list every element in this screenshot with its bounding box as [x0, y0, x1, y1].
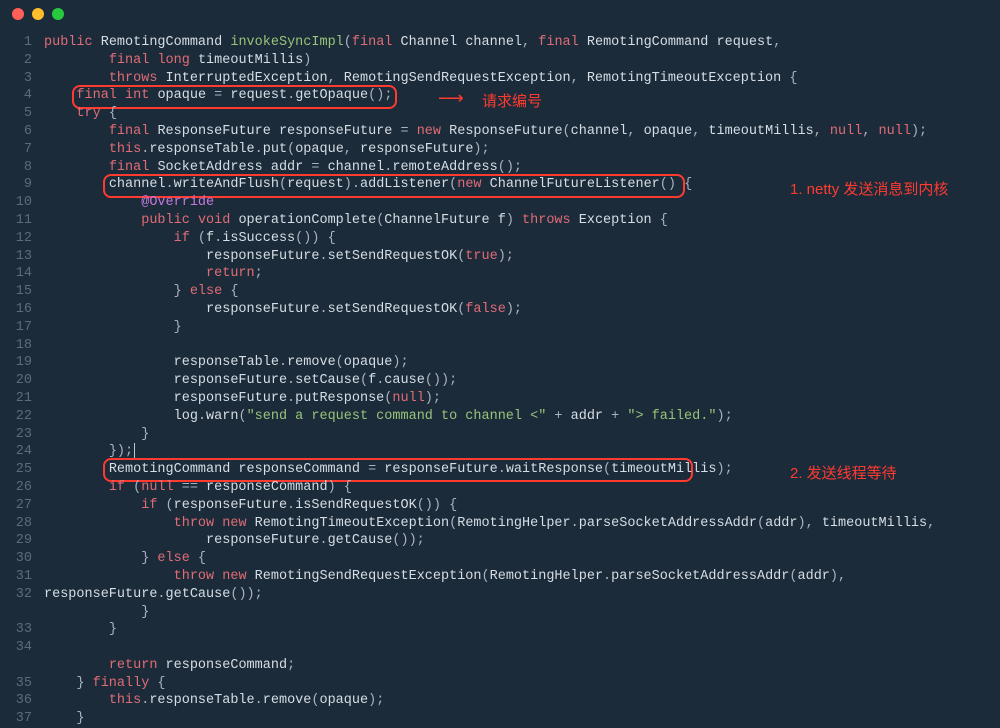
line-number [0, 604, 44, 622]
code-line[interactable]: 20 responseFuture.setCause(f.cause()); [0, 372, 1000, 390]
line-number: 17 [0, 319, 44, 337]
line-number: 32 [0, 586, 44, 604]
line-number: 16 [0, 301, 44, 319]
code-line[interactable]: 14 return; [0, 265, 1000, 283]
code-line[interactable]: 6 final ResponseFuture responseFuture = … [0, 123, 1000, 141]
line-number: 31 [0, 568, 44, 586]
line-number: 35 [0, 675, 44, 693]
code-line[interactable]: 27 if (responseFuture.isSendRequestOK())… [0, 497, 1000, 515]
line-number: 8 [0, 159, 44, 177]
code-line[interactable]: 28 throw new RemotingTimeoutException(Re… [0, 515, 1000, 533]
code-line[interactable]: 25 RemotingCommand responseCommand = res… [0, 461, 1000, 479]
line-number: 2 [0, 52, 44, 70]
code-line[interactable]: 24 }); [0, 443, 1000, 461]
line-number: 12 [0, 230, 44, 248]
line-number: 14 [0, 265, 44, 283]
line-number: 6 [0, 123, 44, 141]
code-line[interactable]: 19 responseTable.remove(opaque); [0, 354, 1000, 372]
line-number: 28 [0, 515, 44, 533]
code-line[interactable]: 11 public void operationComplete(Channel… [0, 212, 1000, 230]
code-line[interactable]: 13 responseFuture.setSendRequestOK(true)… [0, 248, 1000, 266]
line-number: 1 [0, 34, 44, 52]
line-number: 37 [0, 710, 44, 728]
line-number: 5 [0, 105, 44, 123]
line-number: 24 [0, 443, 44, 461]
line-number: 3 [0, 70, 44, 88]
code-line[interactable]: 10 @Override [0, 194, 1000, 212]
code-line[interactable]: 18 [0, 337, 1000, 355]
code-line[interactable]: 12 if (f.isSuccess()) { [0, 230, 1000, 248]
line-number: 29 [0, 532, 44, 550]
code-line[interactable]: 37 } [0, 710, 1000, 728]
line-number: 33 [0, 621, 44, 639]
line-number: 7 [0, 141, 44, 159]
window-titlebar [0, 0, 1000, 28]
code-line[interactable]: 2 final long timeoutMillis) [0, 52, 1000, 70]
code-line[interactable]: 22 log.warn("send a request command to c… [0, 408, 1000, 426]
line-number: 11 [0, 212, 44, 230]
line-number: 27 [0, 497, 44, 515]
code-line[interactable]: 35 } finally { [0, 675, 1000, 693]
line-number: 34 [0, 639, 44, 657]
code-line[interactable]: 3 throws InterruptedException, RemotingS… [0, 70, 1000, 88]
code-line[interactable]: 31 throw new RemotingSendRequestExceptio… [0, 568, 1000, 586]
code-line[interactable]: 30 } else { [0, 550, 1000, 568]
code-editor[interactable]: ⟶ 请求编号 1. netty 发送消息到内核 2. 发送线程等待 1publi… [0, 28, 1000, 728]
code-line[interactable]: 8 final SocketAddress addr = channel.rem… [0, 159, 1000, 177]
line-number: 30 [0, 550, 44, 568]
code-line[interactable]: 5 try { [0, 105, 1000, 123]
line-number: 23 [0, 426, 44, 444]
line-number: 36 [0, 692, 44, 710]
line-number: 15 [0, 283, 44, 301]
line-number: 4 [0, 87, 44, 105]
minimize-icon[interactable] [32, 8, 44, 20]
line-number: 20 [0, 372, 44, 390]
line-number: 19 [0, 354, 44, 372]
line-number: 9 [0, 176, 44, 194]
line-number: 21 [0, 390, 44, 408]
code-line[interactable]: 29 responseFuture.getCause()); [0, 532, 1000, 550]
code-line[interactable]: 33 } [0, 621, 1000, 639]
code-line[interactable]: 34 [0, 639, 1000, 657]
line-number: 25 [0, 461, 44, 479]
line-number: 13 [0, 248, 44, 266]
code-line[interactable]: return responseCommand; [0, 657, 1000, 675]
line-number: 26 [0, 479, 44, 497]
close-icon[interactable] [12, 8, 24, 20]
code-line[interactable]: 9 channel.writeAndFlush(request).addList… [0, 176, 1000, 194]
code-line[interactable]: 7 this.responseTable.put(opaque, respons… [0, 141, 1000, 159]
line-number: 10 [0, 194, 44, 212]
line-number: 18 [0, 337, 44, 355]
line-number [0, 657, 44, 675]
code-line[interactable]: 26 if (null == responseCommand) { [0, 479, 1000, 497]
code-line[interactable]: 16 responseFuture.setSendRequestOK(false… [0, 301, 1000, 319]
code-line[interactable]: 21 responseFuture.putResponse(null); [0, 390, 1000, 408]
code-line[interactable]: 36 this.responseTable.remove(opaque); [0, 692, 1000, 710]
code-line[interactable]: 23 } [0, 426, 1000, 444]
code-line[interactable]: 32responseFuture.getCause()); [0, 586, 1000, 604]
code-line[interactable]: 17 } [0, 319, 1000, 337]
code-line[interactable]: 15 } else { [0, 283, 1000, 301]
code-line[interactable]: } [0, 604, 1000, 622]
zoom-icon[interactable] [52, 8, 64, 20]
line-number: 22 [0, 408, 44, 426]
code-line[interactable]: 4 final int opaque = request.getOpaque()… [0, 87, 1000, 105]
code-line[interactable]: 1public RemotingCommand invokeSyncImpl(f… [0, 34, 1000, 52]
